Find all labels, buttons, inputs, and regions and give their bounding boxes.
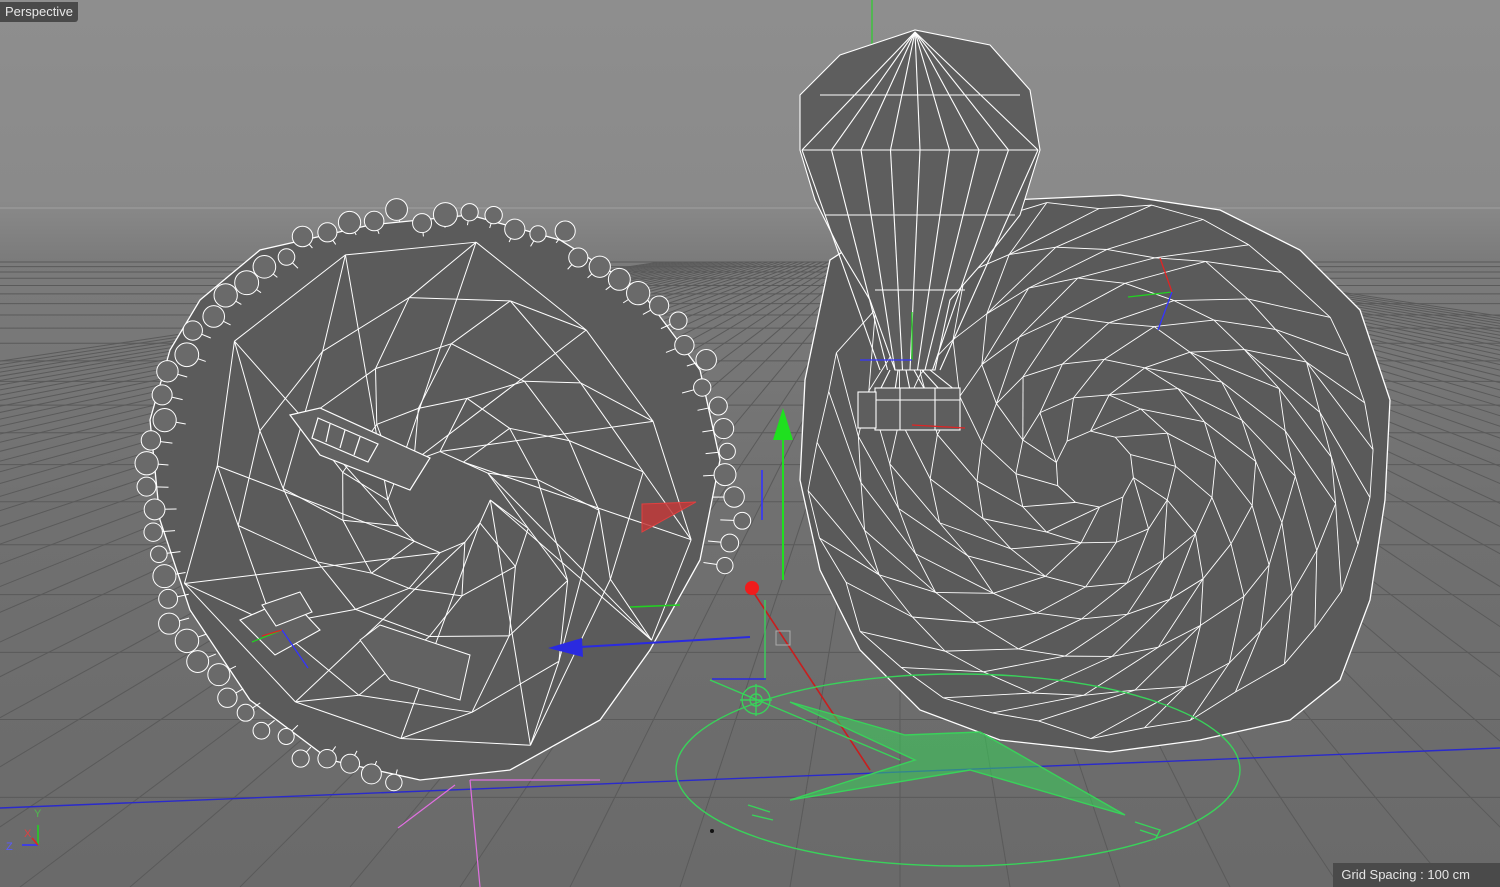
axis-label-y: Y: [34, 808, 42, 820]
axis-label-x: X: [24, 828, 32, 840]
axis-label-z: Z: [6, 841, 13, 853]
scene-dot: [710, 829, 714, 833]
3d-viewport[interactable]: Perspective Y X Z Grid Spacing100 cm: [0, 0, 1500, 887]
planet-wireframe-mesh[interactable]: [134, 198, 752, 792]
scene-canvas[interactable]: [0, 0, 1500, 887]
move-gizmo-center[interactable]: [745, 581, 759, 595]
world-x-axis-line: [0, 747, 1500, 809]
grid-spacing-value: 100 cm: [1427, 867, 1470, 882]
object-pivot-lines: [397, 779, 600, 887]
grid-spacing-status: Grid Spacing100 cm: [1333, 863, 1500, 887]
viewport-camera-label[interactable]: Perspective: [0, 2, 78, 22]
grid-spacing-label: Grid Spacing: [1341, 867, 1427, 882]
